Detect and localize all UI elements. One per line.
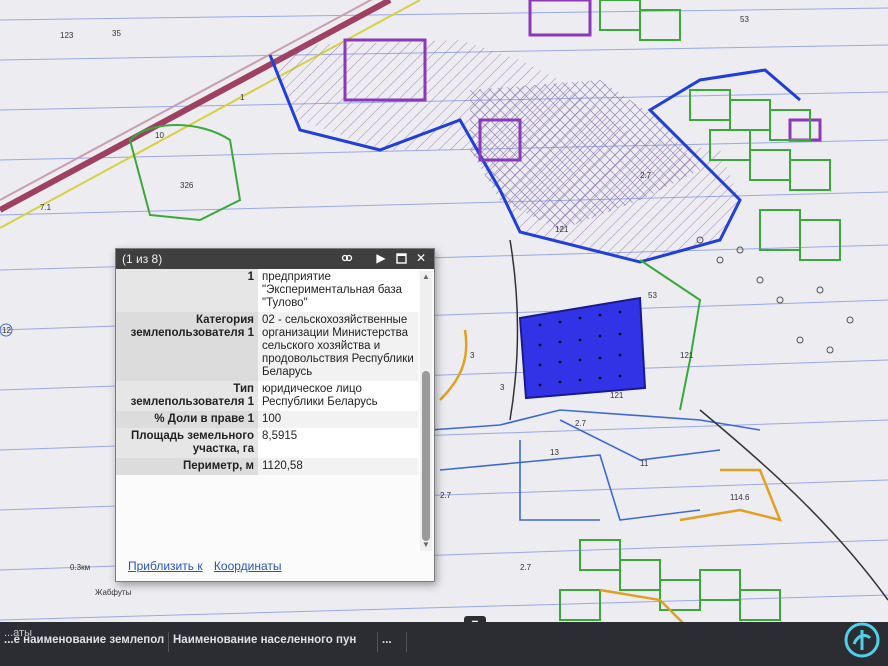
attribute-key: Категория землепользователя 1 [116, 312, 258, 381]
attribute-key: Тип землепользователя 1 [116, 381, 258, 411]
attribute-value: 1120,58 [258, 458, 418, 475]
attribute-value: предприятие "Экспериментальная база "Тул… [258, 269, 418, 312]
zoom-to-link[interactable]: Приблизить к [128, 559, 203, 573]
map-label: 123 [60, 31, 74, 40]
attribute-value: юридическое лицо Республики Беларусь [258, 381, 418, 411]
map-label: 2.7 [440, 491, 452, 500]
table-row: Периметр, м 1120,58 [116, 458, 418, 475]
map-label: 53 [648, 291, 657, 300]
map-label: 12 [2, 326, 11, 335]
attribute-value: 8,5915 [258, 428, 418, 458]
map-label: 121 [680, 351, 694, 360]
attribute-value: 100 [258, 411, 418, 428]
link-icon[interactable] [340, 251, 354, 265]
map-label: 121 [555, 225, 569, 234]
map-label: 1 [240, 93, 245, 102]
attribute-table: 1 предприятие "Экспериментальная база "Т… [116, 269, 418, 475]
map-label: 326 [180, 181, 194, 190]
attribute-value: 02 - сельскохозяйственные организации Ми… [258, 312, 418, 381]
map-label: 121 [610, 391, 624, 400]
coordinates-link[interactable]: Координаты [214, 559, 282, 573]
map-label: 53 [740, 15, 749, 24]
column-header[interactable]: ... [378, 632, 407, 652]
table-row: 1 предприятие "Экспериментальная база "Т… [116, 269, 418, 312]
table-row: Площадь земельного участка, га 8,5915 [116, 428, 418, 458]
map-label: 13 [550, 448, 559, 457]
map-label: 35 [112, 29, 121, 38]
map-label: 10 [155, 131, 164, 140]
panel-columns: ...е наименование землепол Наименование … [0, 632, 407, 652]
attribute-key: Периметр, м [116, 458, 258, 475]
map-label: 2.7 [640, 171, 652, 180]
map-label: 114.6 [730, 493, 750, 502]
attribute-key: 1 [116, 269, 258, 312]
map-label: 2.7 [520, 563, 532, 572]
table-row: Тип землепользователя 1 юридическое лицо… [116, 381, 418, 411]
table-row: Категория землепользователя 1 02 - сельс… [116, 312, 418, 381]
map-label: Жабфуты [95, 588, 132, 597]
scroll-thumb[interactable] [422, 371, 430, 541]
map-label: 3 [470, 351, 475, 360]
popup-body: 1 предприятие "Экспериментальная база "Т… [116, 269, 418, 551]
column-header[interactable]: ...е наименование землепол [0, 632, 169, 652]
map-label: 3 [500, 383, 505, 392]
table-row: % Доли в праве 1 100 [116, 411, 418, 428]
map-label: 7.1 [40, 203, 52, 212]
column-header[interactable]: Наименование населенного пун [169, 632, 378, 652]
popup-scrollbar[interactable]: ▲ ▼ [420, 271, 432, 551]
attribute-key: Площадь земельного участка, га [116, 428, 258, 458]
popup-counter: (1 из 8) [122, 252, 163, 266]
attribute-key: % Доли в праве 1 [116, 411, 258, 428]
map-label: 0.3км [70, 563, 90, 572]
close-icon[interactable]: ✕ [414, 251, 428, 265]
identify-popup: (1 из 8) ▶ ✕ 1 предприятие "Эксперимента… [115, 248, 435, 582]
maximize-icon[interactable] [394, 251, 408, 265]
map-label: 2.7 [575, 419, 587, 428]
popup-footer: Приблизить к Координаты [128, 559, 290, 573]
scroll-up-icon[interactable]: ▲ [420, 271, 432, 283]
popup-header: (1 из 8) ▶ ✕ [116, 249, 434, 269]
scroll-down-icon[interactable]: ▼ [420, 539, 432, 551]
next-icon[interactable]: ▶ [374, 251, 388, 265]
map-label: 11 [640, 459, 649, 468]
app-logo-icon [844, 622, 880, 658]
